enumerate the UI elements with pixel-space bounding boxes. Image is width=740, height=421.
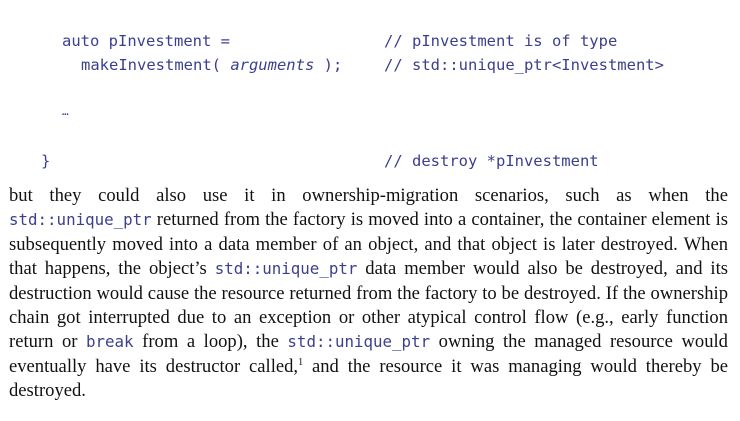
code-line-make-investment: makeInvestment( arguments ); (81, 55, 342, 75)
text-segment: but they could also use it in ownership-… (9, 185, 728, 206)
inline-code-break: break (86, 332, 134, 352)
code-arguments-italic: arguments (230, 56, 315, 74)
code-comment-unique-ptr: // std::unique_ptr<Investment> (384, 56, 664, 74)
body-paragraph: but they could also use it in ownership-… (9, 184, 728, 404)
code-close-brace: } (41, 152, 51, 170)
code-call-end: ); (314, 56, 343, 74)
inline-code-unique-ptr: std::unique_ptr (214, 259, 358, 279)
code-ellipsis: … (62, 105, 69, 118)
inline-code-unique-ptr: std::unique_ptr (9, 210, 152, 230)
inline-code-unique-ptr: std::unique_ptr (287, 332, 431, 352)
code-comment-type: // pInvestment is of type (384, 32, 618, 50)
text-segment: from a loop), the (133, 331, 288, 353)
code-line-auto-pinvestment: auto pInvestment = (62, 32, 230, 50)
code-call-text: makeInvestment( (81, 56, 231, 74)
book-page: auto pInvestment = // pInvestment is of … (0, 0, 740, 421)
code-comment-destroy: // destroy *pInvestment (384, 152, 599, 170)
